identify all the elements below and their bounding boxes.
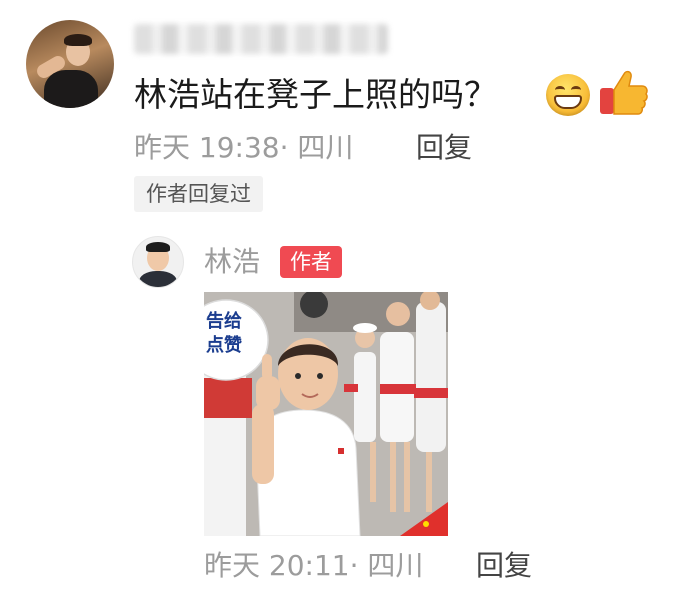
sticker-caption-line2: 点赞 bbox=[206, 335, 242, 356]
comment-location: 四川 bbox=[297, 131, 354, 164]
reply-meta: 昨天 20:11· 四川 回复 bbox=[204, 546, 532, 586]
sticker-caption: 告给 点赞 bbox=[206, 310, 242, 358]
author-badge: 作者 bbox=[280, 246, 342, 278]
meta-separator: · bbox=[349, 549, 359, 582]
commenter-username-blurred[interactable] bbox=[134, 24, 388, 54]
author-replied-tag[interactable]: 作者回复过 bbox=[134, 176, 263, 212]
meta-separator: · bbox=[279, 131, 289, 164]
thumbs-up-icon bbox=[600, 70, 648, 115]
comment-meta: 昨天 19:38· 四川 回复 bbox=[134, 128, 472, 168]
grinning-face-icon bbox=[546, 74, 590, 116]
reply-sticker-image[interactable]: 告给 点赞 bbox=[204, 292, 448, 536]
comment-thread: 林浩站在凳子上照的吗？ 昨天 19:38· 四川 回复 作者回复过 林浩 作者 bbox=[0, 0, 696, 598]
author-avatar[interactable] bbox=[132, 236, 184, 288]
reply-location: 四川 bbox=[367, 549, 424, 582]
reply-time: 昨天 20:11 bbox=[204, 549, 350, 582]
reply-username[interactable]: 林浩 bbox=[204, 242, 260, 282]
commenter-avatar[interactable] bbox=[26, 20, 114, 108]
reply-reply-button[interactable]: 回复 bbox=[476, 546, 532, 586]
comment-time: 昨天 19:38 bbox=[134, 131, 280, 164]
sticker-caption-line1: 告给 bbox=[206, 311, 242, 332]
reply-button[interactable]: 回复 bbox=[416, 128, 472, 168]
comment-text: 林浩站在凳子上照的吗？ bbox=[134, 75, 497, 114]
